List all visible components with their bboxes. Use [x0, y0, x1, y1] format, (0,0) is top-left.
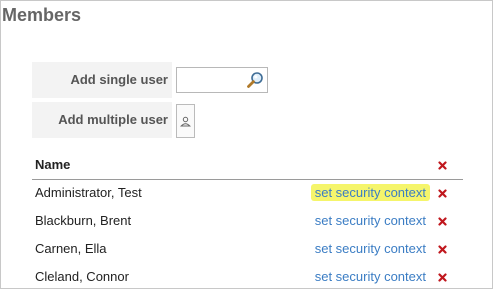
member-name: Cleland, Connor — [35, 269, 129, 284]
search-icon[interactable] — [246, 71, 264, 89]
table-row: Carnen, Ella set security context — [32, 236, 463, 264]
multiple-user-picker-button[interactable] — [176, 104, 195, 138]
add-single-user-row: Add single user — [32, 62, 172, 98]
table-row: Blackburn, Brent set security context — [32, 208, 463, 236]
set-security-context-link[interactable]: set security context — [310, 184, 430, 201]
table-row: Administrator, Test set security context — [32, 180, 463, 208]
member-name: Blackburn, Brent — [35, 213, 132, 228]
remove-member-icon[interactable] — [438, 189, 447, 198]
single-user-search-input[interactable] — [179, 70, 245, 90]
table-header: Name — [32, 151, 463, 180]
user-picker-icon — [180, 116, 191, 127]
panel-title: Members — [2, 5, 82, 25]
set-security-context-link[interactable]: set security context — [311, 268, 430, 285]
members-table: Name Administrator, Test set security co… — [32, 151, 463, 288]
add-multiple-user-row: Add multiple user — [32, 102, 172, 138]
remove-member-icon[interactable] — [438, 245, 447, 254]
remove-member-icon[interactable] — [438, 217, 447, 226]
set-security-context-link[interactable]: set security context — [311, 240, 430, 257]
add-single-user-label: Add single user — [70, 72, 168, 87]
table-row: Cleland, Connor set security context — [32, 264, 463, 288]
members-panel: Members Add single user Add multiple use… — [0, 0, 493, 289]
add-multiple-user-label: Add multiple user — [58, 112, 168, 127]
remove-member-icon[interactable] — [438, 273, 447, 282]
remove-all-icon[interactable] — [438, 161, 447, 170]
member-name: Carnen, Ella — [35, 241, 107, 256]
column-header-name: Name — [35, 157, 71, 172]
member-name: Administrator, Test — [35, 185, 142, 200]
set-security-context-link[interactable]: set security context — [311, 212, 430, 229]
single-user-search-box[interactable] — [176, 67, 268, 93]
